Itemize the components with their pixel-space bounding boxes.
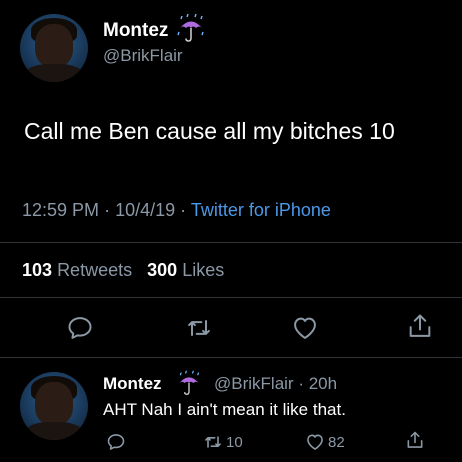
divider	[0, 242, 462, 243]
divider	[0, 297, 462, 298]
heart-icon	[294, 317, 316, 339]
author-name[interactable]: Montez	[103, 20, 168, 42]
tweet-date[interactable]: 10/4/19	[115, 200, 175, 220]
reply-author-name[interactable]: Montez	[103, 374, 162, 394]
reply-age[interactable]: 20h	[309, 374, 337, 393]
reply-retweets-count: 10	[226, 433, 243, 451]
reply-separator: ·	[293, 374, 309, 393]
retweet-icon	[205, 436, 221, 448]
tweet-meta: 12:59 PM · 10/4/19 · Twitter for iPhone	[22, 200, 331, 221]
reply-icon	[68, 317, 92, 339]
meta-separator: ·	[180, 200, 191, 220]
retweets-label: Retweets	[57, 260, 133, 280]
reply-icon	[107, 434, 125, 450]
like-button[interactable]	[291, 314, 319, 342]
tweet-text: Call me Ben cause all my bitches 10	[24, 118, 395, 144]
author-handle[interactable]: @BrikFlair	[103, 46, 183, 66]
retweets-stat[interactable]: 103 Retweets	[22, 260, 132, 280]
tweet-source-link[interactable]: Twitter for iPhone	[191, 200, 331, 220]
retweet-button[interactable]	[185, 314, 213, 342]
umbrella-with-rain-icon	[176, 13, 206, 48]
reply-like-button[interactable]: 82	[305, 432, 345, 452]
reply-likes-count: 82	[328, 433, 345, 451]
likes-label: Likes	[182, 260, 225, 280]
heart-icon	[307, 434, 323, 450]
share-icon	[407, 431, 423, 448]
reply-text: AHT Nah I ain't mean it like that.	[103, 400, 346, 419]
reply-share-button[interactable]	[405, 430, 428, 450]
share-icon	[409, 314, 431, 337]
share-button[interactable]	[406, 312, 434, 340]
likes-stat[interactable]: 300 Likes	[147, 260, 224, 280]
reply-author-handle[interactable]: @BrikFlair	[214, 374, 294, 393]
reply-author-avatar[interactable]	[20, 372, 88, 440]
reply-reply-button[interactable]	[106, 432, 129, 452]
retweet-icon	[188, 320, 210, 336]
reply-button[interactable]	[66, 314, 94, 342]
umbrella-with-rain-icon	[176, 370, 202, 401]
author-avatar[interactable]	[20, 14, 88, 82]
meta-separator: ·	[104, 200, 116, 220]
tweet-stats: 103 Retweets 300 Likes	[22, 260, 224, 281]
divider	[0, 357, 462, 358]
reply-handle-line: @BrikFlair · 20h	[214, 374, 337, 394]
reply-retweet-button[interactable]: 10	[203, 432, 243, 452]
likes-count: 300	[147, 260, 178, 280]
tweet-time[interactable]: 12:59 PM	[22, 200, 99, 220]
retweets-count: 103	[22, 260, 53, 280]
